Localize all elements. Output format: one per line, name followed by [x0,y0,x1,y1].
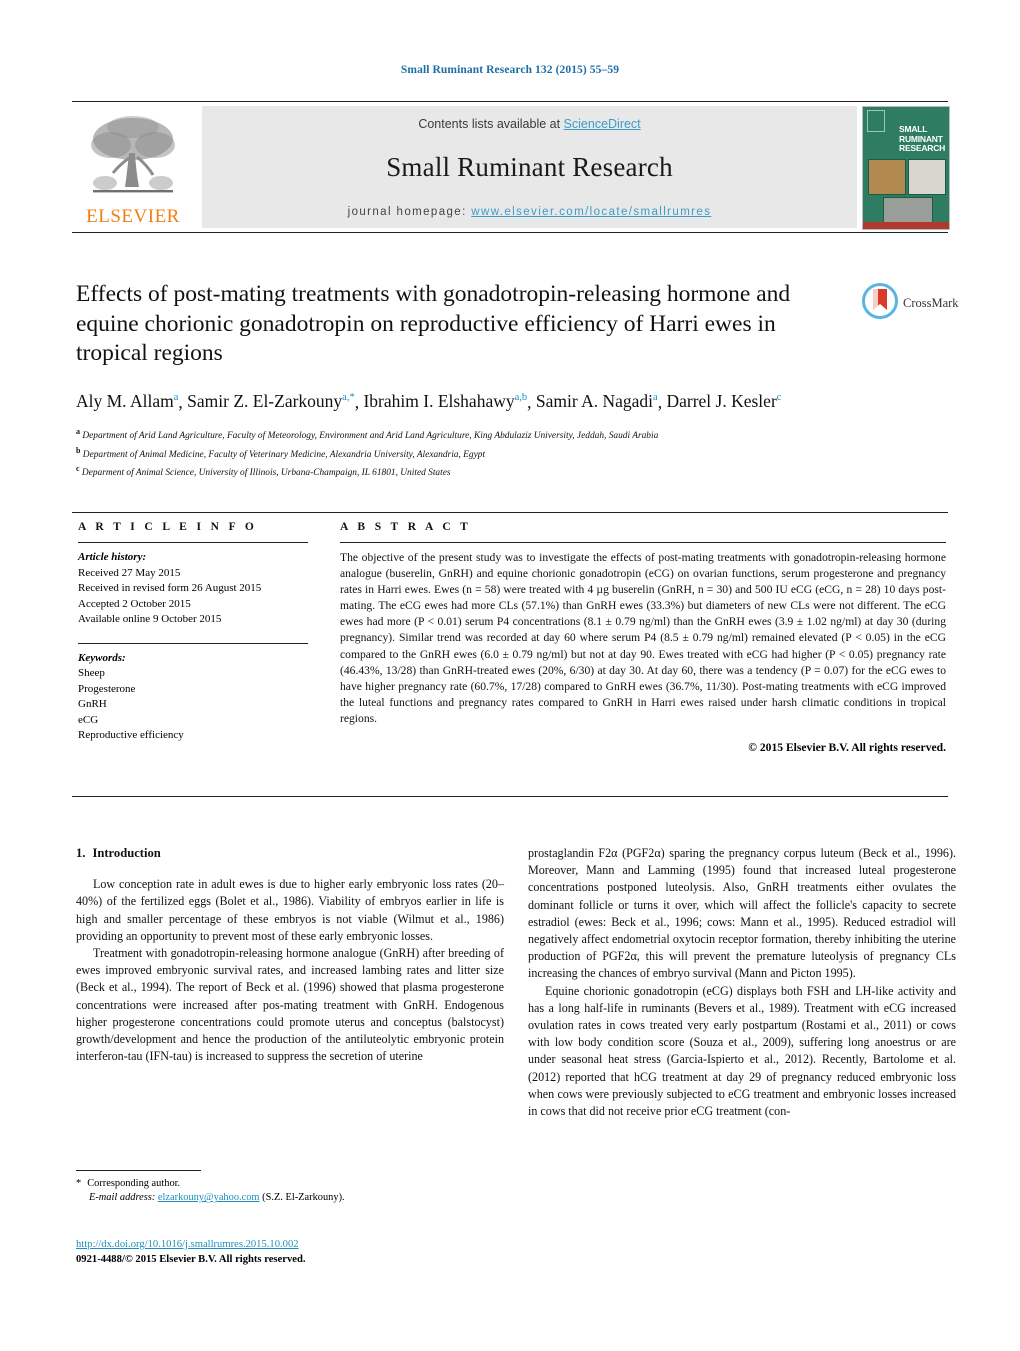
author-affiliation-mark: a,* [342,392,355,404]
affiliation-list: a Department of Arid Land Agriculture, F… [76,425,846,480]
keyword-item: GnRH [78,698,107,710]
cover-photo-goat [868,159,906,195]
contents-prefix: Contents lists available at [418,117,564,131]
elsevier-wordmark: ELSEVIER [86,206,180,227]
doi-block: http://dx.doi.org/10.1016/j.smallrumres.… [76,1237,504,1267]
author-entry[interactable]: Samir A. Nagadia [536,391,658,411]
keywords-label: Keywords: [78,651,126,664]
contents-line: Contents lists available at ScienceDirec… [202,106,857,131]
history-item: Received 27 May 2015 [78,566,181,579]
masthead-top-rule [72,101,948,102]
cover-footer-strip [863,222,949,229]
affiliation-mark: a [76,427,80,437]
keyword-item: Sheep [78,667,105,679]
cover-title-line3: RESEARCH [899,143,946,153]
journal-masthead: ELSEVIER Contents lists available at Sci… [72,106,950,230]
article-info-divider [78,542,308,543]
history-item: Received in revised form 26 August 2015 [78,582,262,594]
author-name: Darrel J. Kesler [666,391,777,412]
crossmark-label: CrossMark [903,295,959,310]
author-entry[interactable]: Ibrahim I. Elshahawya,b [363,391,527,411]
author-separator: , [527,391,536,412]
journal-homepage-line: journal homepage: www.elsevier.com/locat… [202,206,857,218]
article-title: Effects of post-mating treatments with g… [76,281,791,366]
cover-title: SMALL RUMINANT RESEARCH [899,124,946,154]
body-column-left: 1. Introduction Low conception rate in ad… [76,845,504,1065]
keywords-divider [78,642,308,644]
corresponding-author-email-link[interactable]: elzarkouny@yahoo.com [158,1192,260,1203]
history-item: Accepted 2 October 2015 [78,597,191,610]
author-separator: , [178,391,188,412]
footnote-line-corresponding: * Corresponding author. [76,1177,504,1191]
masthead-bottom-rule [72,232,948,233]
email-owner: (S.Z. El-Zarkouny). [262,1192,345,1204]
keyword-item: eCG [78,713,99,726]
section-heading-introduction: 1. Introduction [76,845,504,862]
cover-photo-lambs [883,197,933,225]
affiliation-mark: b [76,445,81,455]
info-top-rule [72,512,948,513]
author-affiliation-mark: c [776,392,782,404]
author-name: Samir Z. El-Zarkouny [187,391,343,412]
article-history-label: Article history: [78,551,147,563]
author-entry[interactable]: Samir Z. El-Zarkounya,* [187,391,355,411]
cover-elsevier-mark [867,110,885,132]
keyword-item: Reproductive efficiency [78,729,184,741]
elsevier-tree-icon [85,113,181,205]
author-name: Ibrahim I. Elshahawy [363,391,515,412]
author-list: Aly M. Allama, Samir Z. El-Zarkounya,*, … [76,387,846,414]
affiliation-item: c Deparment of Animal Science, Universit… [76,462,846,480]
abstract-text: The objective of the present study was t… [340,551,946,725]
elsevier-logo: ELSEVIER [72,106,194,228]
title-block: Effects of post-mating treatments with g… [76,280,846,480]
author-affiliation-mark: a,b [514,392,528,404]
abstract-divider [340,542,946,543]
cover-photo-sheep [908,159,946,195]
sciencedirect-link[interactable]: ScienceDirect [564,117,641,131]
abstract-column: A B S T R A C T The objective of the pre… [340,521,946,754]
footnote-rule [76,1170,201,1171]
corresponding-author-text: Corresponding author. [87,1178,181,1189]
keyword-item: Progesterone [78,682,136,695]
email-address-label: E-mail address: [89,1192,156,1204]
paragraph: Treatment with gonadotropin-releasing ho… [76,946,504,1064]
crossmark-badge[interactable]: CrossMark [862,282,959,324]
author-entry[interactable]: Aly M. Allama [76,391,178,411]
journal-cover-image: SMALL RUMINANT RESEARCH [862,106,950,230]
crossmark-icon [862,282,898,324]
running-head: Small Ruminant Research 132 (2015) 55–59 [400,64,620,76]
affiliation-item: a Department of Arid Land Agriculture, F… [76,425,846,443]
author-entry[interactable]: Darrel J. Keslerc [666,391,781,411]
footnote-line-email: E-mail address: elzarkouny@yahoo.com (S.… [76,1191,504,1205]
history-item: Available online 9 October 2015 [78,613,222,625]
affiliation-mark: c [76,463,80,473]
section-number: 1. [76,846,86,860]
info-bottom-rule [72,796,948,797]
homepage-prefix: journal homepage: [347,206,467,218]
footnote-star-marker: * [76,1178,82,1189]
corresponding-author-footnote: * Corresponding author. E-mail address: e… [76,1170,504,1206]
paragraph: prostaglandin F2α (PGF2α) sparing the pr… [528,846,956,981]
masthead-panel: Contents lists available at ScienceDirec… [202,106,857,228]
issn-copyright-line: 0921-4488/© 2015 Elsevier B.V. All right… [76,1254,306,1265]
section-title: Introduction [92,846,161,860]
affiliation-item: b Department of Animal Medicine, Faculty… [76,444,846,462]
article-info-column: A R T I C L E I N F O Article history: R… [78,521,308,744]
author-name: Aly M. Allam [76,391,174,412]
journal-homepage-link[interactable]: www.elsevier.com/locate/smallrumres [471,206,711,218]
body-column-right: prostaglandin F2α (PGF2α) sparing the pr… [528,845,956,1120]
abstract-copyright: © 2015 Elsevier B.V. All rights reserved… [748,741,946,755]
paragraph: Low conception rate in adult ewes is due… [76,877,504,943]
article-page: Small Ruminant Research 132 (2015) 55–59 [0,0,1020,1351]
journal-title: Small Ruminant Research [386,152,673,182]
affiliation-text: Department of Animal Medicine, Faculty o… [82,449,486,460]
author-name: Samir A. Nagadi [535,391,654,412]
paragraph: Equine chorionic gonadotropin (eCG) disp… [528,983,956,1119]
affiliation-text: Deparment of Animal Science, University … [81,468,451,479]
doi-link[interactable]: http://dx.doi.org/10.1016/j.smallrumres.… [76,1239,299,1250]
affiliation-text: Department of Arid Land Agriculture, Fac… [82,431,659,442]
article-info-heading: A R T I C L E I N F O [78,521,258,533]
abstract-heading: A B S T R A C T [340,521,472,533]
